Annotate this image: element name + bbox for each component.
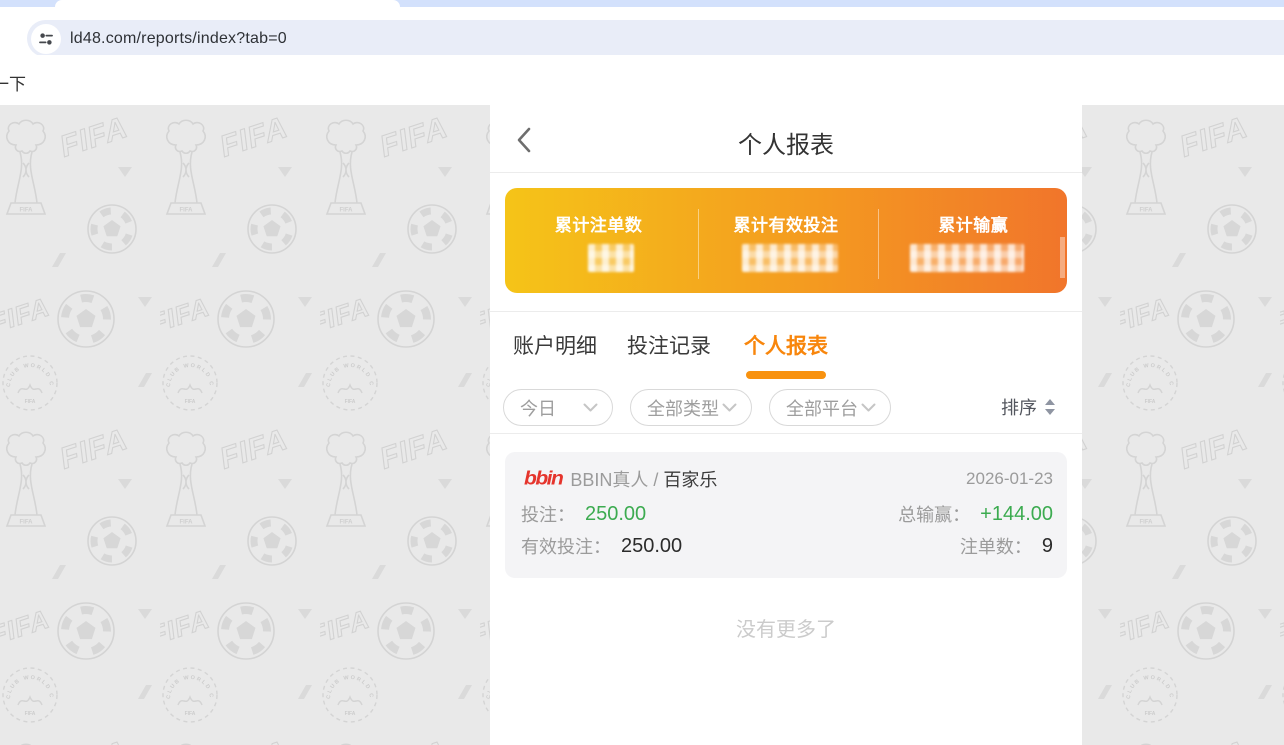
dropdown-label: 全部类型 <box>647 395 719 421</box>
record-game: 百家乐 <box>663 466 717 492</box>
dropdown-label: 全部平台 <box>786 395 858 421</box>
stat-label: 累计有效投注 <box>733 211 838 236</box>
stat-label: 累计输赢 <box>938 211 1008 236</box>
tune-icon <box>37 30 55 48</box>
chevron-down-icon <box>722 403 737 412</box>
obscured-value <box>742 244 838 272</box>
stat-win-loss: 累计输赢 <box>880 188 1067 293</box>
page-top-band: 一下 <box>0 55 1284 105</box>
chevron-down-icon <box>861 403 876 412</box>
count-value: 9 <box>1042 535 1053 558</box>
record-date: 2026-01-23 <box>966 469 1053 489</box>
chevron-down-icon <box>583 403 598 412</box>
obscured-value <box>910 244 1024 272</box>
type-filter-dropdown[interactable]: 全部类型 <box>630 389 752 426</box>
no-more-text: 没有更多了 <box>490 613 1082 642</box>
site-settings-chip[interactable] <box>31 24 61 54</box>
tab-bet-records[interactable]: 投注记录 <box>627 330 711 360</box>
report-panel: 个人报表 累计注单数 累计有效投注 累计输赢 <box>490 105 1082 745</box>
cutoff-page-text: 一下 <box>0 70 26 95</box>
report-tabs: 账户明细 投注记录 个人报表 <box>490 327 1082 371</box>
platform-filter-dropdown[interactable]: 全部平台 <box>769 389 891 426</box>
header-divider <box>490 172 1082 173</box>
sort-control[interactable]: 排序 <box>1001 394 1056 420</box>
bet-value: 250.00 <box>585 503 646 526</box>
bbin-logo: bbin <box>524 468 562 490</box>
filter-divider <box>490 433 1082 434</box>
count-label: 注单数： <box>960 533 1032 559</box>
url-bar[interactable]: ld48.com/reports/index?tab=0 <box>27 20 1284 57</box>
stat-divider <box>698 209 699 279</box>
report-record-card[interactable]: bbin BBIN真人 / 百家乐 2026-01-23 投注： 250.00 … <box>505 452 1067 578</box>
stat-divider-partial <box>1060 237 1065 278</box>
stat-total-bets: 累计注单数 <box>505 188 692 293</box>
tab-account-details[interactable]: 账户明细 <box>513 330 597 360</box>
valid-bet-label: 有效投注： <box>521 533 611 559</box>
stats-divider <box>490 311 1082 312</box>
dropdown-label: 今日 <box>520 395 556 421</box>
browser-toolbar: ld48.com/reports/index?tab=0 <box>0 7 1284 55</box>
stat-divider <box>878 209 879 279</box>
bet-label: 投注： <box>521 501 575 527</box>
sort-arrows-icon <box>1044 398 1056 416</box>
browser-tabstrip <box>0 0 1284 7</box>
sort-label: 排序 <box>1001 394 1037 420</box>
browser-active-tab[interactable] <box>55 0 400 7</box>
page-title: 个人报表 <box>490 125 1082 160</box>
win-label: 总输赢： <box>898 501 970 527</box>
record-provider: BBIN真人 / <box>570 466 658 492</box>
date-filter-dropdown[interactable]: 今日 <box>503 389 613 426</box>
obscured-value <box>588 244 634 272</box>
browser-window: ld48.com/reports/index?tab=0 一下 FIFA <box>0 0 1284 745</box>
report-header: 个人报表 <box>490 105 1082 172</box>
win-value: +144.00 <box>980 503 1053 526</box>
valid-bet-value: 250.00 <box>621 535 682 558</box>
stat-valid-bets: 累计有效投注 <box>692 188 879 293</box>
tab-personal-report[interactable]: 个人报表 <box>744 330 828 360</box>
url-text: ld48.com/reports/index?tab=0 <box>70 30 287 48</box>
active-tab-underline <box>746 371 826 379</box>
stats-summary-card: 累计注单数 累计有效投注 累计输赢 <box>505 188 1067 293</box>
stat-label: 累计注单数 <box>555 211 643 236</box>
